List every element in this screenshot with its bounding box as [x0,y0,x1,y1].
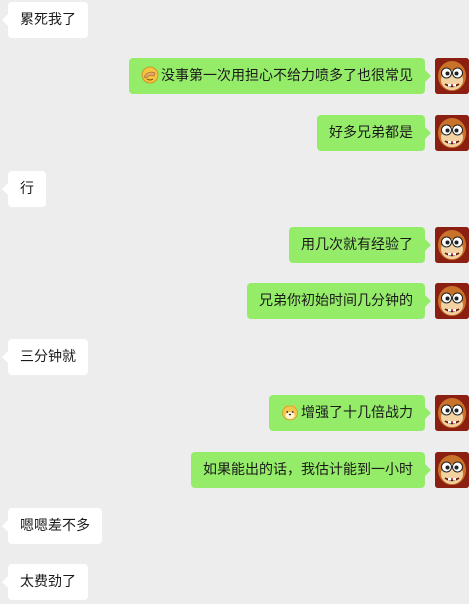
message-row-sent: 好多兄弟都是 [0,115,469,151]
message-text: 兄弟你初始时间几分钟的 [259,293,413,309]
message-row-sent: 没事第一次用担心不给力喷多了也很常见 [0,58,469,94]
message-bubble-sent[interactable]: 没事第一次用担心不给力喷多了也很常见 [129,58,431,94]
message-text: 三分钟就 [20,349,76,365]
message-row-received: 太费劲了 [0,564,469,600]
message-bubble-sent[interactable]: 如果能出的话，我估计能到一小时 [191,452,431,488]
cartoon-monkey-avatar-icon [435,283,469,319]
avatar[interactable] [435,452,469,488]
message-bubble-received[interactable]: 行 [2,171,46,207]
message-row-sent: 增强了十几倍战力 [0,395,469,431]
message-text: 嗯嗯差不多 [20,518,90,534]
avatar[interactable] [435,395,469,431]
message-row-sent: 用几次就有经验了 [0,227,469,263]
message-row-sent: 兄弟你初始时间几分钟的 [0,283,469,319]
message-text: 好多兄弟都是 [329,125,413,141]
message-text: 没事第一次用担心不给力喷多了也很常见 [161,68,413,84]
message-bubble-sent[interactable]: 好多兄弟都是 [317,115,431,151]
message-text: 行 [20,181,34,197]
cartoon-monkey-avatar-icon [435,227,469,263]
message-text: 用几次就有经验了 [301,237,413,253]
message-row-received: 嗯嗯差不多 [0,508,469,544]
cartoon-monkey-avatar-icon [435,115,469,151]
avatar[interactable] [435,227,469,263]
message-bubble-sent[interactable]: 兄弟你初始时间几分钟的 [247,283,431,319]
message-bubble-received[interactable]: 太费劲了 [2,564,88,600]
doge-emoji-icon [281,403,299,421]
message-bubble-received[interactable]: 嗯嗯差不多 [2,508,102,544]
message-bubble-sent[interactable]: 增强了十几倍战力 [269,395,431,431]
facepalm-emoji-icon [141,66,159,84]
avatar[interactable] [435,283,469,319]
message-bubble-received[interactable]: 累死我了 [2,2,88,38]
chat-message-list[interactable]: 累死我了 没事第一次用担心不给力喷多了也很常见 好多兄弟都是 行 用几次就有经验… [0,0,469,604]
message-text: 增强了十几倍战力 [301,405,413,421]
message-row-received: 累死我了 [0,2,469,38]
avatar[interactable] [435,115,469,151]
cartoon-monkey-avatar-icon [435,58,469,94]
message-bubble-received[interactable]: 三分钟就 [2,339,88,375]
cartoon-monkey-avatar-icon [435,452,469,488]
message-bubble-sent[interactable]: 用几次就有经验了 [289,227,431,263]
message-text: 太费劲了 [20,574,76,590]
message-row-received: 行 [0,171,469,207]
avatar[interactable] [435,58,469,94]
message-text: 累死我了 [20,12,76,28]
message-text: 如果能出的话，我估计能到一小时 [203,462,413,478]
cartoon-monkey-avatar-icon [435,395,469,431]
message-row-received: 三分钟就 [0,339,469,375]
message-row-sent: 如果能出的话，我估计能到一小时 [0,452,469,488]
